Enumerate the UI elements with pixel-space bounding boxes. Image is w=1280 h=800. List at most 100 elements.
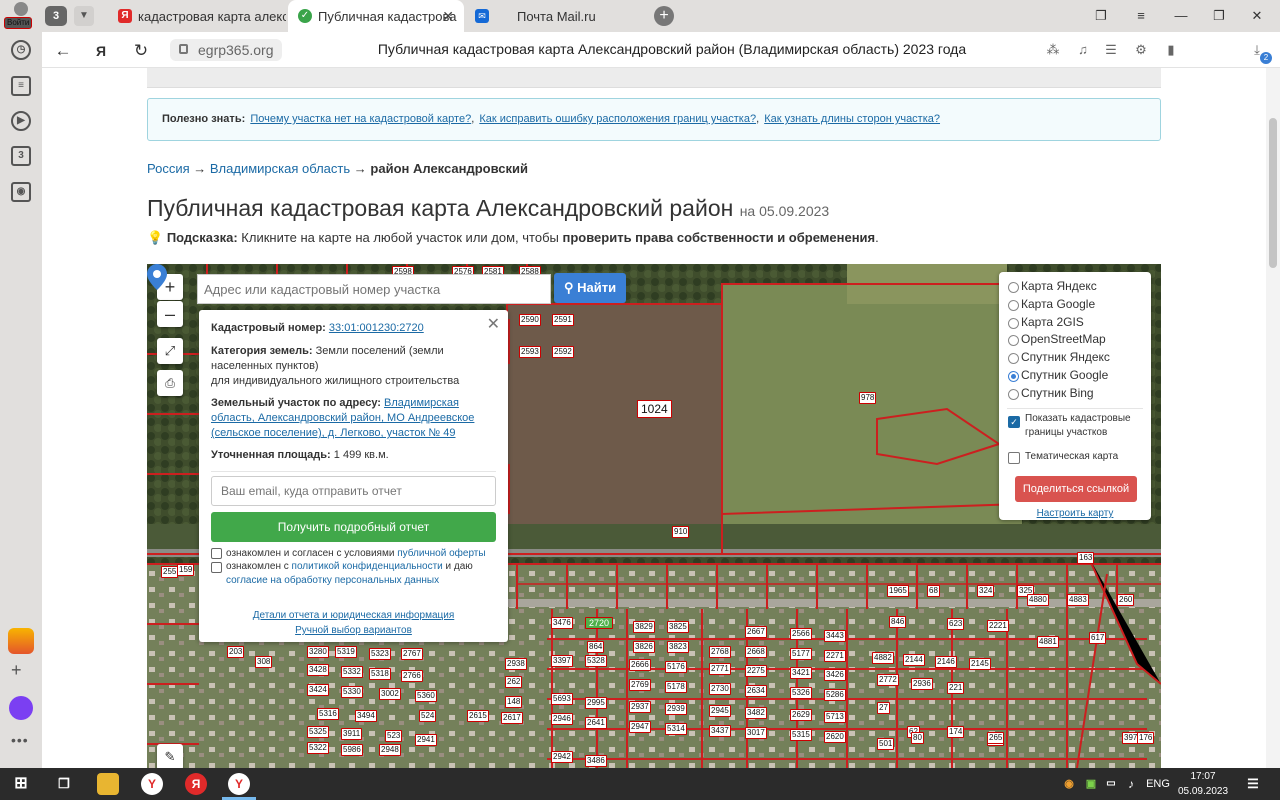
- parcel-number-label[interactable]: 2590: [519, 314, 541, 326]
- layer-radio-yandex-map[interactable]: [1008, 282, 1019, 293]
- parcel-number-label[interactable]: 2767: [401, 648, 423, 660]
- parcel-number-label[interactable]: 5693: [551, 693, 573, 705]
- close-icon[interactable]: ✕: [487, 314, 500, 334]
- parcel-number-label[interactable]: 2146: [935, 656, 957, 668]
- parcel-number-label[interactable]: 5314: [665, 723, 687, 735]
- parcel-number-label[interactable]: 5332: [341, 666, 363, 678]
- parcel-number-label[interactable]: 2941: [415, 734, 437, 746]
- parcel-number-label[interactable]: 3825: [667, 621, 689, 633]
- parcel-number-label[interactable]: 5176: [665, 661, 687, 673]
- layer-radio-yandex-satellite[interactable]: [1008, 353, 1019, 364]
- yandex-icon[interactable]: Я: [185, 773, 207, 795]
- parcel-number-label[interactable]: 2666: [629, 659, 651, 671]
- yandex-browser-icon[interactable]: Y: [141, 773, 163, 795]
- parcel-number-label[interactable]: 910: [672, 526, 690, 538]
- parcel-number-label[interactable]: 2995: [585, 697, 607, 709]
- tray-volume-icon[interactable]: ♪: [1120, 773, 1142, 795]
- parcel-number-label[interactable]: 501: [877, 738, 895, 750]
- parcel-number-label[interactable]: 308: [255, 656, 273, 668]
- thematic-checkbox[interactable]: [1008, 452, 1020, 464]
- tray-gpu-icon[interactable]: ▣: [1080, 773, 1102, 795]
- tab-yandex-search[interactable]: Я кадастровая карта алекса: [108, 0, 286, 32]
- layer-radio-google-satellite[interactable]: [1008, 371, 1019, 382]
- consent-link[interactable]: согласие на обработку персональных данны…: [226, 575, 439, 586]
- parcel-number-label[interactable]: 3482: [745, 707, 767, 719]
- scrollbar-thumb[interactable]: [1269, 118, 1277, 268]
- parcel-number-label[interactable]: 2938: [505, 658, 527, 670]
- cadastral-map[interactable]: 2598 2576 2581 2588 2590 2591 2593 2592 1024 978 9…: [147, 264, 1161, 768]
- parcel-number-label[interactable]: 3002: [379, 688, 401, 700]
- fullscreen-icon[interactable]: ⤢: [157, 338, 183, 364]
- share-link-button[interactable]: Поделиться ссылкой: [1015, 476, 1137, 502]
- parcel-number-label[interactable]: 2946: [551, 713, 573, 725]
- history-icon[interactable]: ◷: [11, 40, 31, 60]
- parcel-number-label[interactable]: 203: [227, 646, 245, 658]
- headphones-icon[interactable]: ♫: [1074, 41, 1092, 59]
- layer-radio-osm[interactable]: [1008, 335, 1019, 346]
- parcel-number-label[interactable]: 3443: [824, 630, 846, 642]
- sidebar-badge[interactable]: 3: [11, 146, 31, 166]
- parcel-number-label[interactable]: 3424: [307, 684, 329, 696]
- parcel-number-label[interactable]: 221: [947, 682, 965, 694]
- ruler-icon[interactable]: ✎: [157, 744, 183, 768]
- parcel-number-label[interactable]: 2768: [709, 646, 731, 658]
- parcel-number-label[interactable]: 3421: [790, 667, 812, 679]
- parcel-number-label[interactable]: 174: [947, 726, 965, 738]
- parcel-number-label[interactable]: 3397: [551, 655, 573, 667]
- parcel-number-label[interactable]: 3017: [745, 727, 767, 739]
- address-link[interactable]: область, Александровский район, МО Андре…: [211, 412, 474, 424]
- parcel-number-label[interactable]: 5286: [824, 689, 846, 701]
- add-icon[interactable]: +: [11, 660, 22, 681]
- parcel-number-label[interactable]: 2144: [903, 654, 925, 666]
- page-scrollbar[interactable]: [1266, 68, 1280, 768]
- parcel-number-label[interactable]: 2936: [911, 678, 933, 690]
- parcel-number-label[interactable]: 2667: [745, 626, 767, 638]
- cad-number-link[interactable]: 33:01:001230:2720: [329, 322, 424, 334]
- parcel-number-label[interactable]: 864: [587, 641, 605, 653]
- parcel-number-label[interactable]: 4881: [1037, 636, 1059, 648]
- address-link[interactable]: Владимирская: [384, 397, 459, 409]
- parcel-number-label[interactable]: 2939: [665, 703, 687, 715]
- parcel-number-label[interactable]: 1024: [637, 400, 672, 418]
- close-icon[interactable]: ✕: [442, 8, 454, 25]
- profile-button[interactable]: Войти: [4, 2, 38, 30]
- new-tab-button[interactable]: +: [654, 6, 674, 26]
- address-link[interactable]: (сельское поселение), д. Легково, участо…: [211, 427, 456, 439]
- parcel-number-label[interactable]: 623: [947, 618, 965, 630]
- parcel-number-label[interactable]: 5330: [341, 686, 363, 698]
- parcel-number-label[interactable]: 265: [987, 732, 1005, 744]
- parcel-number-label[interactable]: 5316: [317, 708, 339, 720]
- file-explorer-icon[interactable]: [97, 773, 119, 795]
- more-icon[interactable]: •••: [11, 732, 29, 748]
- parcel-number-label[interactable]: 2769: [629, 679, 651, 691]
- layer-radio-google-map[interactable]: [1008, 300, 1019, 311]
- bookmark-icon[interactable]: ▮: [1162, 41, 1180, 59]
- parcel-number-label[interactable]: 260: [1117, 594, 1135, 606]
- parcel-number-label[interactable]: 523: [385, 730, 403, 742]
- parcel-number-label[interactable]: 2772: [877, 674, 899, 686]
- parcel-number-label[interactable]: 324: [977, 585, 995, 597]
- task-view-icon[interactable]: ❐: [53, 773, 75, 795]
- parcel-number-label[interactable]: 2634: [745, 685, 767, 697]
- video-icon[interactable]: ▶: [11, 111, 31, 131]
- parcel-number-label[interactable]: 4880: [1027, 594, 1049, 606]
- parcel-number-label[interactable]: 255: [161, 566, 179, 578]
- get-report-button[interactable]: Получить подробный отчет: [211, 512, 496, 542]
- search-input[interactable]: [197, 274, 551, 304]
- parcel-number-label[interactable]: 80: [911, 732, 924, 744]
- reload-icon[interactable]: ↻: [130, 40, 152, 62]
- parcel-number-label[interactable]: 5319: [335, 646, 357, 658]
- parcel-number-label[interactable]: 2942: [551, 751, 573, 763]
- parcel-number-label[interactable]: 2591: [552, 314, 574, 326]
- reader-icon[interactable]: ☰: [1102, 41, 1120, 59]
- parcel-number-label[interactable]: 159: [177, 564, 195, 576]
- notes-icon[interactable]: ≡: [11, 76, 31, 96]
- parcel-number-label[interactable]: 846: [889, 616, 907, 628]
- parcel-number-label[interactable]: 4883: [1067, 594, 1089, 606]
- parcel-number-label[interactable]: 3437: [709, 725, 731, 737]
- parcel-number-label[interactable]: 524: [419, 710, 437, 722]
- menu-icon[interactable]: ≡: [1130, 6, 1152, 26]
- info-link-why-missing[interactable]: Почему участка нет на кадастровой карте?: [250, 113, 471, 125]
- parcel-number-label[interactable]: 2592: [552, 346, 574, 358]
- parcel-number-label[interactable]: 176: [1137, 732, 1155, 744]
